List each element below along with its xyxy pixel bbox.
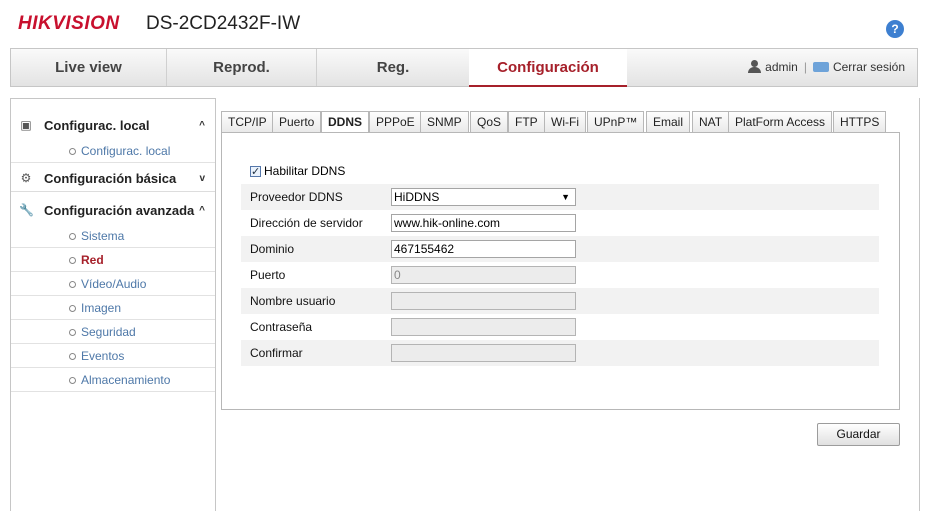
sidebar: ▣ Configurac. local ^ Configurac. local … (10, 98, 216, 511)
gear-icon: ⚙ (20, 171, 32, 185)
sidebar-item-image[interactable]: Imagen (11, 296, 215, 320)
enable-ddns-row: Habilitar DDNS (250, 163, 346, 180)
bullet-icon (69, 329, 76, 336)
nav-tab-configuration[interactable]: Configuración (469, 49, 627, 87)
bullet-icon (69, 377, 76, 384)
form-row-port: Puerto 0 (241, 262, 879, 288)
ddns-settings-panel: Habilitar DDNS Proveedor DDNS HiDDNS ▼ D… (221, 132, 900, 410)
sidebar-item-label: Sistema (81, 229, 125, 243)
form-row-confirm: Confirmar (241, 340, 879, 366)
sidebar-item-label: Imagen (81, 301, 122, 315)
tab-ddns[interactable]: DDNS (321, 111, 370, 134)
field-label: Contraseña (250, 320, 313, 334)
sidebar-item-video-audio[interactable]: Vídeo/Audio (11, 272, 215, 296)
save-button[interactable]: Guardar (817, 423, 900, 446)
form-row-username: Nombre usuario (241, 288, 879, 314)
sidebar-item-local-config[interactable]: Configurac. local (11, 139, 215, 163)
content-border (919, 98, 920, 511)
password-input[interactable] (391, 318, 576, 336)
ddns-provider-value: HiDDNS (394, 190, 440, 204)
sidebar-item-label: Red (81, 253, 104, 267)
sidebar-section-label: Configuración básica (44, 171, 177, 186)
field-label: Confirmar (250, 346, 303, 360)
tab-nat[interactable]: NAT (692, 111, 730, 133)
sidebar-section-local-config[interactable]: ▣ Configurac. local ^ (11, 112, 215, 139)
field-label: Puerto (250, 268, 286, 282)
field-label: Proveedor DDNS (250, 190, 343, 204)
port-input[interactable]: 0 (391, 266, 576, 284)
sidebar-item-label: Configurac. local (81, 144, 171, 158)
sidebar-item-events[interactable]: Eventos (11, 344, 215, 368)
chevron-up-icon[interactable]: ^ (199, 112, 205, 139)
enable-ddns-checkbox[interactable] (250, 164, 261, 180)
sidebar-item-label: Vídeo/Audio (81, 277, 147, 291)
field-label: Dominio (250, 242, 295, 256)
dropdown-arrow-icon: ▼ (561, 192, 570, 202)
sidebar-section-label: Configurac. local (44, 118, 150, 133)
nav-tab-live-view[interactable]: Live view (11, 49, 167, 86)
chevron-down-icon[interactable]: v (199, 165, 205, 192)
sidebar-item-network[interactable]: Red (11, 248, 215, 272)
tab-email[interactable]: Email (646, 111, 691, 133)
sidebar-item-security[interactable]: Seguridad (11, 320, 215, 344)
tab-pppoe[interactable]: PPPoE (369, 111, 422, 133)
bullet-icon (69, 148, 76, 155)
sidebar-item-label: Almacenamiento (81, 373, 171, 387)
field-label: Nombre usuario (250, 294, 336, 308)
ddns-provider-select[interactable]: HiDDNS ▼ (391, 188, 576, 206)
sidebar-item-label: Eventos (81, 349, 125, 363)
tab-ftp[interactable]: FTP (508, 111, 545, 133)
logout-icon[interactable] (812, 62, 829, 72)
tab-platform-access[interactable]: PlatForm Access (728, 111, 833, 133)
nav-tab-log[interactable]: Reg. (317, 49, 469, 86)
tab-qos[interactable]: QoS (470, 111, 509, 133)
nav-tab-playback[interactable]: Reprod. (167, 49, 317, 86)
user-icon (748, 60, 762, 73)
sidebar-item-label: Seguridad (81, 325, 136, 339)
username: admin (765, 60, 798, 74)
tab-tcpip[interactable]: TCP/IP (221, 111, 274, 133)
username-input[interactable] (391, 292, 576, 310)
form-row-password: Contraseña (241, 314, 879, 340)
chevron-up-icon[interactable]: ^ (199, 197, 205, 224)
tab-https[interactable]: HTTPS (833, 111, 887, 133)
confirm-password-input[interactable] (391, 344, 576, 362)
sidebar-item-system[interactable]: Sistema (11, 224, 215, 248)
tab-snmp[interactable]: SNMP (420, 111, 469, 133)
domain-input[interactable]: 467155462 (391, 240, 576, 258)
form-row-server-address: Dirección de servidor www.hik-online.com (241, 210, 879, 236)
sidebar-section-basic-config[interactable]: ⚙ Configuración básica v (11, 165, 215, 192)
main-navigation: Live view Reprod. Reg. Configuración adm… (10, 48, 918, 87)
device-model-title: DS-2CD2432F-IW (146, 13, 301, 34)
bullet-icon (69, 281, 76, 288)
bullet-icon (69, 233, 76, 240)
logout-link[interactable]: Cerrar sesión (833, 60, 905, 74)
tab-port[interactable]: Puerto (272, 111, 322, 133)
help-icon[interactable]: ? (886, 20, 904, 38)
bullet-icon (69, 353, 76, 360)
field-label: Dirección de servidor (250, 216, 363, 230)
enable-ddns-label: Habilitar DDNS (264, 164, 346, 178)
form-row-provider: Proveedor DDNS HiDDNS ▼ (241, 184, 879, 210)
sidebar-item-storage[interactable]: Almacenamiento (11, 368, 215, 392)
sidebar-section-advanced-config[interactable]: 🔧 Configuración avanzada ^ (11, 197, 215, 224)
monitor-icon: ▣ (20, 118, 32, 132)
server-address-input[interactable]: www.hik-online.com (391, 214, 576, 232)
wrench-icon: 🔧 (19, 203, 34, 217)
sidebar-section-label: Configuración avanzada (44, 203, 195, 218)
bullet-icon (69, 257, 76, 264)
form-row-domain: Dominio 467155462 (241, 236, 879, 262)
user-area: admin | Cerrar sesión (748, 49, 905, 86)
hikvision-logo: HIKVISION (18, 13, 120, 34)
user-divider: | (803, 60, 807, 74)
tab-wifi[interactable]: Wi-Fi (544, 111, 586, 133)
tab-upnp[interactable]: UPnP™ (587, 111, 645, 133)
bullet-icon (69, 305, 76, 312)
